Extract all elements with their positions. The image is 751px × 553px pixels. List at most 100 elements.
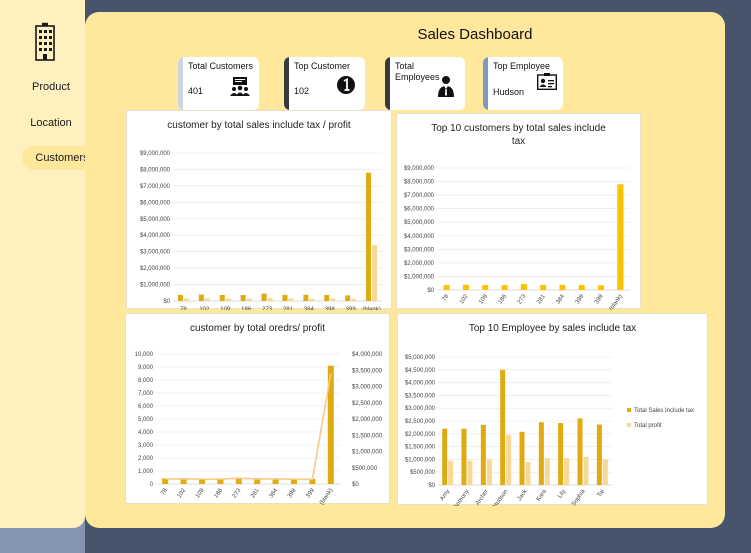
kpi-total-employees: Total Employees xyxy=(385,57,465,110)
bar xyxy=(538,422,544,485)
kpi-value: 401 xyxy=(188,86,204,96)
x-tick-label: 109 xyxy=(195,487,206,499)
bar xyxy=(598,285,605,290)
bar xyxy=(480,424,486,485)
bar xyxy=(519,431,525,485)
y-tick-label: $9,000,000 xyxy=(140,151,171,157)
bar xyxy=(240,295,246,301)
x-tick-label: 78 xyxy=(180,307,187,310)
y2-tick-label: $3,500,000 xyxy=(352,368,383,374)
x-tick-label: 186 xyxy=(498,293,509,305)
x-tick-label: Hudson xyxy=(493,489,510,506)
bar xyxy=(219,294,225,301)
y-tick-label: $0 xyxy=(163,299,170,305)
y-tick-label: $1,500,000 xyxy=(405,445,436,451)
bar xyxy=(617,184,624,290)
x-tick-label: Archer xyxy=(475,489,490,506)
x-tick-label: 399 xyxy=(346,307,357,310)
nav-product[interactable]: Product xyxy=(18,81,84,93)
y-tick-label: $5,000,000 xyxy=(405,355,436,361)
x-tick-label: 398 xyxy=(287,487,298,499)
profit-line xyxy=(165,373,332,481)
legend-swatch xyxy=(627,408,631,412)
y-tick-label: $2,000,000 xyxy=(405,432,436,438)
y2-tick-label: $0 xyxy=(352,482,359,488)
y-tick-label: $1,000,000 xyxy=(404,274,435,280)
bar xyxy=(448,460,454,485)
kpi-value: Hudson xyxy=(493,87,525,97)
bar xyxy=(578,285,585,290)
y-tick-label: $8,000,000 xyxy=(140,167,171,173)
x-tick-label: 399 xyxy=(305,487,316,499)
kpi-label: Top Employee xyxy=(493,61,551,71)
x-tick-label: Kara xyxy=(536,488,549,502)
y-tick-label: 3,000 xyxy=(138,443,154,449)
y-tick-label: $4,500,000 xyxy=(405,368,436,374)
bar xyxy=(261,293,267,301)
legend-label: Total Sales Include tax xyxy=(634,408,694,414)
building-icon xyxy=(35,22,55,61)
y-tick-label: $9,000,000 xyxy=(404,166,435,172)
bar xyxy=(564,458,570,485)
y-tick-label: $4,000,000 xyxy=(404,234,435,240)
y-tick-label: 8,000 xyxy=(138,378,154,384)
bar xyxy=(486,459,492,485)
x-tick-label: (blank) xyxy=(362,307,380,310)
y-tick-label: $3,000,000 xyxy=(404,247,435,253)
x-tick-label: 273 xyxy=(517,293,528,305)
kpi-value: 102 xyxy=(294,86,310,96)
bar xyxy=(596,424,602,485)
bar xyxy=(467,460,473,485)
y-tick-label: $4,000,000 xyxy=(405,381,436,387)
x-tick-label: 186 xyxy=(213,487,224,499)
kpi-top-customer: Top Customer 102 xyxy=(284,57,365,110)
bar xyxy=(520,283,527,290)
y-tick-label: $4,000,000 xyxy=(140,233,171,239)
y2-tick-label: $2,500,000 xyxy=(352,401,383,407)
bar xyxy=(501,285,508,290)
x-tick-label: Amy xyxy=(440,489,452,502)
chart-customer-sales-profit: customer by total sales include tax / pr… xyxy=(126,110,392,310)
chart-top10-employees: Top 10 Employee by sales include tax $0 $… xyxy=(397,313,708,506)
y-tick-label: $2,000,000 xyxy=(140,266,171,272)
bar xyxy=(544,458,550,485)
y-tick-label: $7,000,000 xyxy=(140,184,171,190)
bar xyxy=(309,298,315,301)
bar xyxy=(288,298,294,301)
y-tick-label: $500,000 xyxy=(410,470,436,476)
y2-tick-label: $1,000,000 xyxy=(352,450,383,456)
bar xyxy=(366,172,372,301)
bar xyxy=(443,284,450,290)
y-tick-label: $3,000,000 xyxy=(405,406,436,412)
bar xyxy=(235,478,242,484)
y-tick-label: 10,000 xyxy=(135,352,154,358)
x-tick-label: Lily xyxy=(557,489,567,500)
bar xyxy=(345,295,351,301)
x-tick-label: (blank) xyxy=(609,294,624,310)
bar xyxy=(351,298,357,301)
nav-location[interactable]: Location xyxy=(18,117,84,129)
x-tick-label: 384 xyxy=(555,293,566,305)
y-tick-label: $3,000,000 xyxy=(140,250,171,256)
x-tick-label: 273 xyxy=(232,487,243,499)
bar xyxy=(559,284,566,290)
bar xyxy=(602,459,608,485)
bar xyxy=(303,294,309,301)
legend-swatch xyxy=(627,423,631,427)
bar xyxy=(577,418,583,485)
y2-tick-label: $4,000,000 xyxy=(352,352,383,358)
people-chat-icon xyxy=(230,77,250,96)
y-tick-label: $1,000,000 xyxy=(140,283,171,289)
kpi-total-customers: Total Customers 401 xyxy=(178,57,259,110)
y-tick-label: $1,000,000 xyxy=(405,457,436,463)
kpi-accent-bar xyxy=(483,57,488,110)
x-tick-label: 398 xyxy=(575,293,586,305)
bar xyxy=(183,298,189,301)
bar xyxy=(525,461,531,485)
x-tick-label: 78 xyxy=(442,293,451,302)
x-tick-label: 78 xyxy=(160,487,169,496)
x-tick-label: Anthony xyxy=(453,489,471,506)
bar xyxy=(583,456,589,485)
chart-svg: $0 $1,000,000 $2,000,000 $3,000,000 $4,000,0… xyxy=(404,166,630,310)
bar xyxy=(461,428,467,485)
